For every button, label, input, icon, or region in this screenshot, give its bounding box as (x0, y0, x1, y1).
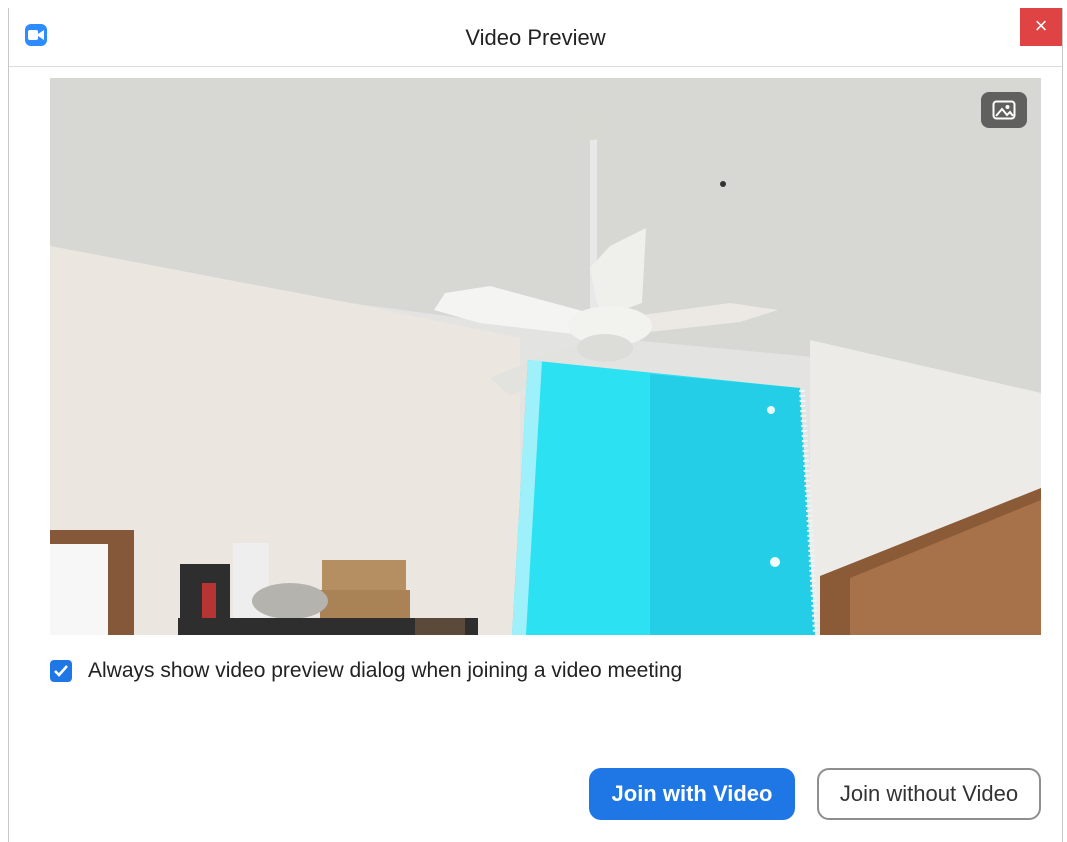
always-show-preview-checkbox[interactable] (50, 660, 72, 682)
always-show-preview-label: Always show video preview dialog when jo… (88, 659, 683, 682)
title-bar: Video Preview × (9, 8, 1062, 67)
video-preview-window: Video Preview × Always show video previe… (8, 8, 1063, 842)
video-preview (50, 78, 1041, 635)
background-toggle-button[interactable] (981, 92, 1027, 128)
always-show-preview-option[interactable]: Always show video preview dialog when jo… (50, 657, 682, 685)
picture-icon (992, 100, 1016, 120)
checkmark-icon (54, 665, 68, 677)
window-title: Video Preview (465, 25, 606, 50)
close-button[interactable]: × (1020, 8, 1062, 46)
join-with-video-button[interactable]: Join with Video (589, 768, 795, 820)
camera-feed-image (50, 78, 1041, 635)
join-without-video-button[interactable]: Join without Video (817, 768, 1041, 820)
